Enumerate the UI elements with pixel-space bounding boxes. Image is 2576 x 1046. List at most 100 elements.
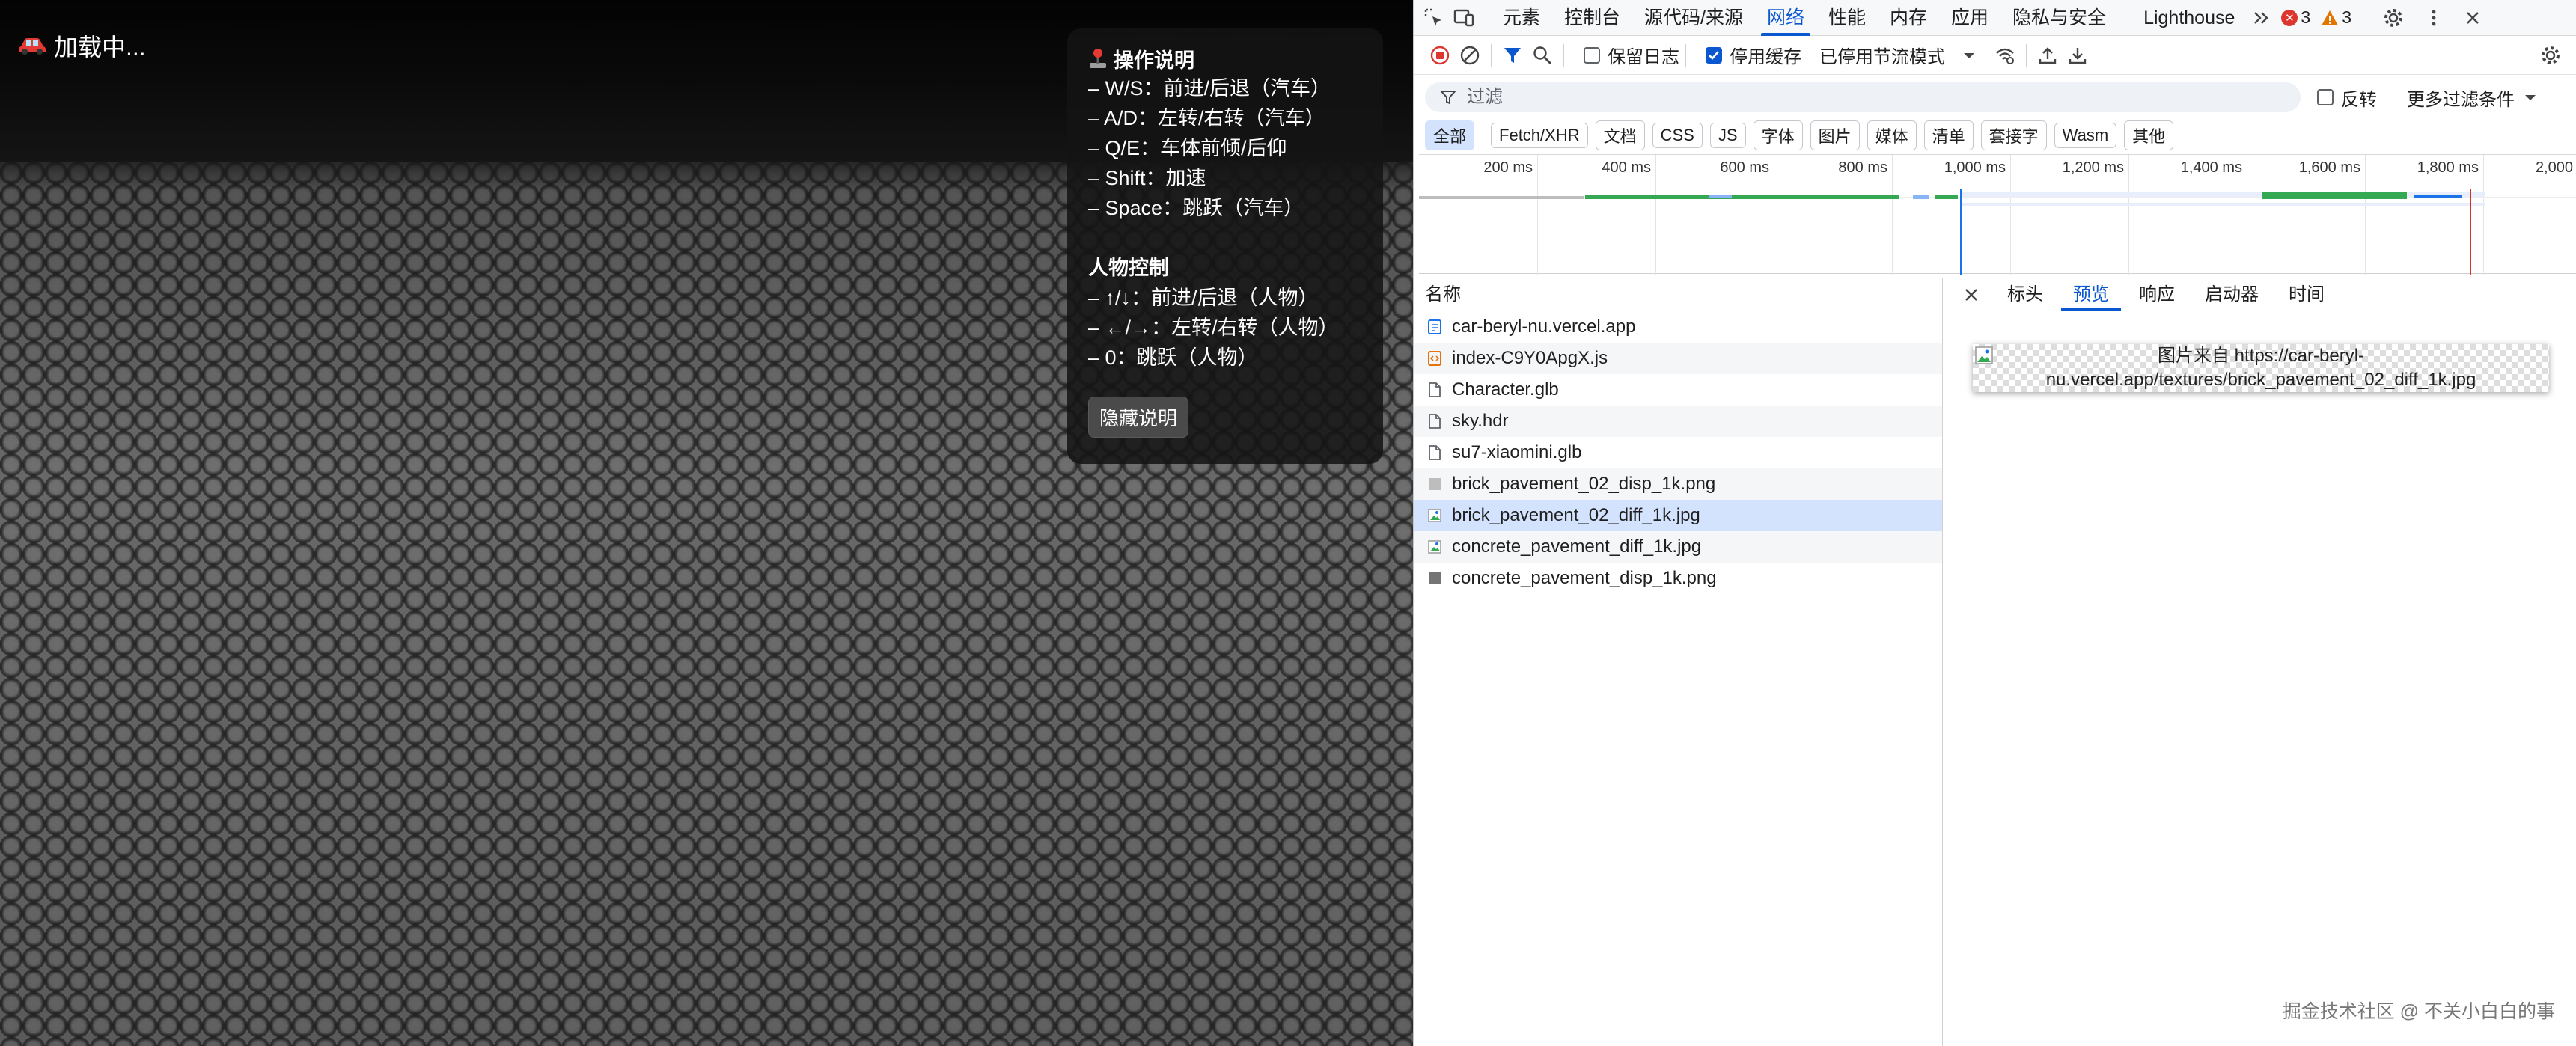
details-tab-preview[interactable]: 预览 xyxy=(2058,278,2124,311)
import-har-icon[interactable] xyxy=(2033,40,2063,70)
type-filter-fetch-xhr[interactable]: Fetch/XHR xyxy=(1491,123,1588,148)
tab-elements[interactable]: 元素 xyxy=(1491,0,1552,36)
network-settings-gear-icon[interactable] xyxy=(2536,40,2566,70)
tab-privacy-security[interactable]: 隐私与安全 xyxy=(2000,0,2118,36)
file-icon xyxy=(1429,382,1441,397)
details-tab-headers[interactable]: 标头 xyxy=(1992,278,2058,311)
image-icon xyxy=(1428,540,1441,554)
help-title-text: 操作说明 xyxy=(1114,49,1194,72)
invert-box[interactable] xyxy=(2317,89,2334,105)
file-icon xyxy=(1429,414,1441,429)
error-count-badge[interactable]: ✕ 3 xyxy=(2281,7,2310,28)
invert-checkbox[interactable]: 反转 xyxy=(2317,85,2377,111)
timeline-overview[interactable]: 200 ms 400 ms 600 ms 800 ms 1,000 ms 1,2… xyxy=(1419,154,2576,275)
devtools-panel: 元素 控制台 源代码/来源 网络 性能 内存 应用 隐私与安全 Lighthou… xyxy=(1413,0,2576,1046)
details-tab-initiator[interactable]: 启动器 xyxy=(2190,278,2274,311)
file-icon xyxy=(1429,445,1441,460)
request-row[interactable]: su7-xiaomini.glb xyxy=(1414,437,1942,468)
help-line-person-move: – ↑/↓：前进/后退（人物） xyxy=(1088,287,1319,309)
inspect-element-icon[interactable] xyxy=(1419,3,1449,33)
loading-indicator: 加载中... xyxy=(18,28,146,63)
game-viewport[interactable]: 加载中... 操作说明 – W/S：前进/后退（汽车） – A/D：左转/右转（… xyxy=(0,0,1413,1046)
tab-performance[interactable]: 性能 xyxy=(1816,0,1878,36)
tab-lighthouse[interactable]: Lighthouse xyxy=(2131,0,2247,36)
disable-cache-checkbox[interactable]: 停用缓存 xyxy=(1706,42,1801,68)
request-list: 名称 car-beryl-nu.vercel.app index-C9Y0Apg… xyxy=(1414,278,1943,1046)
request-row[interactable]: brick_pavement_02_disp_1k.png xyxy=(1414,468,1942,500)
joystick-icon xyxy=(1090,49,1106,68)
details-tab-timing[interactable]: 时间 xyxy=(2274,278,2340,311)
more-filters-dropdown[interactable]: 更多过滤条件 xyxy=(2407,85,2537,111)
request-row[interactable]: concrete_pavement_diff_1k.jpg xyxy=(1414,531,1942,563)
loading-text: 加载中... xyxy=(54,34,146,61)
type-filter-font[interactable]: 字体 xyxy=(1753,120,1803,150)
type-filter-media[interactable]: 媒体 xyxy=(1867,120,1917,150)
filter-box[interactable] xyxy=(1425,82,2301,112)
settings-gear-icon[interactable] xyxy=(2378,3,2408,33)
chevron-down-icon xyxy=(1964,52,1974,58)
request-row[interactable]: car-beryl-nu.vercel.app xyxy=(1414,311,1942,343)
image-preview: 图片来自 https://car-beryl- nu.vercel.app/te… xyxy=(1973,344,2549,392)
type-filter-doc[interactable]: 文档 xyxy=(1595,120,1645,150)
preserve-log-checkbox[interactable]: 保留日志 xyxy=(1584,42,1679,68)
tab-sources[interactable]: 源代码/来源 xyxy=(1632,0,1755,36)
device-toolbar-icon[interactable] xyxy=(1449,3,1479,33)
disable-cache-box[interactable] xyxy=(1706,46,1722,64)
throttling-select[interactable]: 已停用节流模式 xyxy=(1819,42,1977,68)
type-filter-wasm[interactable]: Wasm xyxy=(2054,123,2117,148)
help-line-car-tilt: – Q/E：车体前倾/后仰 xyxy=(1088,137,1287,159)
image-gray-icon xyxy=(1429,478,1441,490)
request-name: sky.hdr xyxy=(1452,411,1509,431)
details-tab-response[interactable]: 响应 xyxy=(2124,278,2190,311)
help-line-car-jump: – Space：跳跃（汽车） xyxy=(1088,197,1304,219)
export-har-icon[interactable] xyxy=(2063,40,2093,70)
network-conditions-icon[interactable] xyxy=(1990,40,2020,70)
filter-input[interactable] xyxy=(1467,87,2215,108)
more-tabs-icon[interactable] xyxy=(2247,3,2277,33)
help-title: 操作说明 xyxy=(1088,43,1362,73)
red-car-icon xyxy=(19,38,46,55)
tab-memory[interactable]: 内存 xyxy=(1878,0,1939,36)
tab-network[interactable]: 网络 xyxy=(1755,0,1816,36)
type-filter-all[interactable]: 全部 xyxy=(1425,120,1475,150)
preserve-log-label: 保留日志 xyxy=(1608,47,1679,67)
throttling-value: 已停用节流模式 xyxy=(1819,47,1945,67)
request-details-panel: 标头 预览 响应 启动器 时间 图片来自 https://car-beryl- … xyxy=(1943,278,2576,1046)
preserve-log-box[interactable] xyxy=(1584,46,1600,64)
broken-image-icon xyxy=(1975,346,1993,364)
clear-icon[interactable] xyxy=(1455,40,1485,70)
type-filter-manifest[interactable]: 清单 xyxy=(1923,120,1974,150)
request-row[interactable]: index-C9Y0ApgX.js xyxy=(1414,343,1942,374)
close-details-icon[interactable] xyxy=(1956,280,1986,310)
search-icon[interactable] xyxy=(1527,40,1557,70)
image-alt-line-2: nu.vercel.app/textures/brick_pavement_02… xyxy=(2045,370,2476,390)
load-event-line xyxy=(2470,189,2471,275)
type-filter-img[interactable]: 图片 xyxy=(1810,120,1860,150)
checkmark-icon xyxy=(1709,50,1719,60)
document-icon xyxy=(1428,319,1441,334)
request-row[interactable]: sky.hdr xyxy=(1414,406,1942,437)
tab-console[interactable]: 控制台 xyxy=(1552,0,1632,36)
hide-help-button[interactable]: 隐藏说明 xyxy=(1088,397,1189,438)
close-devtools-icon[interactable] xyxy=(2458,3,2488,33)
help-line-person-jump: – 0：跳跃（人物） xyxy=(1088,346,1258,369)
tab-application[interactable]: 应用 xyxy=(1939,0,2000,36)
request-row-selected[interactable]: brick_pavement_02_diff_1k.jpg xyxy=(1414,500,1942,531)
more-options-icon[interactable] xyxy=(2419,3,2449,33)
error-count: 3 xyxy=(2301,7,2311,27)
record-stop-icon[interactable] xyxy=(1425,40,1455,70)
disable-cache-label: 停用缓存 xyxy=(1730,47,1801,67)
image-icon xyxy=(1428,509,1441,522)
request-row[interactable]: Character.glb xyxy=(1414,374,1942,406)
request-row[interactable]: concrete_pavement_disp_1k.png xyxy=(1414,563,1942,594)
type-filter-other[interactable]: 其他 xyxy=(2124,120,2174,150)
help-line-car-move: – W/S：前进/后退（汽车） xyxy=(1088,77,1331,100)
warning-icon xyxy=(2322,10,2339,25)
network-toolbar: 保留日志 停用缓存 已停用节流模式 xyxy=(1414,36,2576,75)
filter-funnel-icon[interactable] xyxy=(1498,40,1527,70)
type-filter-css[interactable]: CSS xyxy=(1652,123,1703,148)
type-filter-js[interactable]: JS xyxy=(1709,123,1746,148)
name-column-header[interactable]: 名称 xyxy=(1414,278,1942,311)
type-filter-socket[interactable]: 套接字 xyxy=(1980,120,2047,150)
warning-count-badge[interactable]: 3 xyxy=(2321,7,2351,28)
